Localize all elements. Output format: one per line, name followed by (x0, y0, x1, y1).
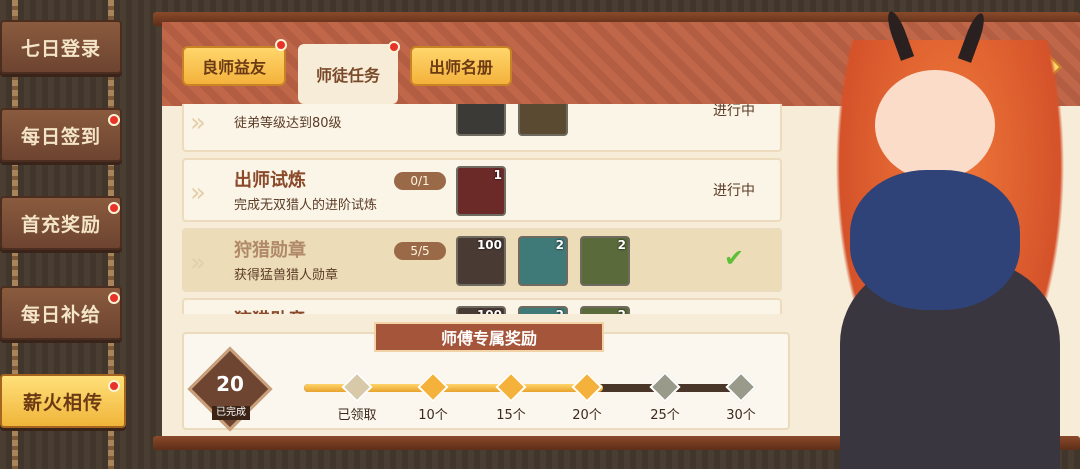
milestone-label: 10个 (418, 408, 448, 423)
side-menu-item-seven-day-login[interactable]: 七日登录 (0, 20, 122, 74)
blueprint-icon[interactable]: 2 (518, 236, 568, 286)
task-title: 出师试炼 (234, 170, 306, 191)
notification-dot (108, 380, 120, 392)
tab-label: 出师名册 (428, 58, 493, 77)
coin-icon[interactable] (456, 104, 506, 136)
tab-good-mentor[interactable]: 良师益友 (182, 46, 286, 86)
milestone-label: 20个 (572, 408, 602, 423)
task-row: » 出师试炼 完成无双猎人的进阶试炼 0/1 1 进行中 (182, 158, 782, 222)
task-title: 狩猎勋章 (234, 306, 306, 314)
reward-quantity: 1 (493, 168, 502, 182)
tab-label: 良师益友 (201, 58, 266, 77)
task-description: 徒弟等级达到80级 (234, 116, 342, 131)
pet-orb-icon[interactable]: 1 (456, 166, 506, 216)
task-description: 获得猛兽猎人勋章 (234, 268, 339, 283)
side-menu-label: 七日登录 (20, 37, 101, 60)
completed-count: 20 (216, 372, 244, 396)
side-menu-label: 首充奖励 (20, 213, 101, 236)
side-menu-item-daily-supply[interactable]: 每日补给 (0, 286, 122, 340)
cash-icon[interactable]: 2 (580, 306, 630, 314)
character-illustration (780, 0, 1080, 469)
task-progress-badge: 0/1 (394, 172, 446, 190)
side-menu-item-mentorship[interactable]: 薪火相传 (0, 374, 126, 428)
blueprint-icon[interactable]: 2 (518, 306, 568, 314)
task-status: 进行中 (713, 104, 755, 119)
task-row: » 狩猎勋章 获得猛兽猎人勋章 5/5 100 2 2 ✔ (182, 228, 782, 292)
task-list[interactable]: » 徒弟等级达到80级 进行中 » 出师试炼 完成无双猎人的进阶试炼 0/1 1… (182, 104, 786, 314)
fire-crystal-icon[interactable]: 100 (456, 306, 506, 314)
notification-dot (108, 114, 120, 126)
reward-quantity: 2 (555, 238, 564, 252)
side-menu-label: 每日补给 (20, 303, 101, 326)
reward-quantity: 2 (617, 238, 626, 252)
task-status: 进行中 (713, 183, 755, 199)
milestone-label: 已领取 (337, 408, 377, 423)
chevron-right-icon: » (190, 108, 206, 138)
tab-label: 师徒任务 (315, 66, 380, 85)
reward-quantity: 100 (476, 238, 502, 252)
milestone-label: 25个 (650, 408, 680, 423)
notification-dot (108, 202, 120, 214)
task-row: » 徒弟等级达到80级 进行中 (182, 104, 782, 152)
reward-quantity: 2 (618, 308, 626, 314)
character-face (875, 70, 995, 180)
side-menu-item-daily-checkin[interactable]: 每日签到 (0, 108, 122, 162)
completed-label: 已完成 (212, 406, 250, 420)
milestone-label: 15个 (496, 408, 526, 423)
reward-section-title: 师傅专属奖励 (374, 322, 604, 352)
reward-quantity: 100 (477, 308, 502, 314)
milestone-label: 30个 (726, 408, 756, 423)
chevron-right-icon: » (190, 248, 206, 278)
chevron-right-icon: » (190, 178, 206, 208)
checkmark-icon: ✔ (723, 244, 745, 272)
dragon-plush (850, 170, 1020, 310)
reward-quantity: 2 (556, 308, 564, 314)
notification-dot (275, 39, 287, 51)
side-menu-label: 每日签到 (20, 125, 101, 148)
tab-graduation-roster[interactable]: 出师名册 (410, 46, 512, 86)
notification-dot (108, 292, 120, 304)
task-row: » 狩猎勋章 100 2 2 (182, 298, 782, 314)
fire-crystal-icon[interactable]: 100 (456, 236, 506, 286)
side-menu-label: 薪火相传 (22, 391, 103, 414)
notification-dot (388, 41, 400, 53)
task-description: 完成无双猎人的进阶试炼 (234, 198, 378, 213)
tab-mentorship-tasks[interactable]: 师徒任务 (298, 44, 398, 104)
scroll-icon[interactable] (518, 104, 568, 136)
task-progress-badge: 5/5 (394, 242, 446, 260)
side-menu: 七日登录 每日签到 首充奖励 每日补给 薪火相传 (0, 0, 140, 469)
task-title: 狩猎勋章 (234, 240, 306, 261)
cash-icon[interactable]: 2 (580, 236, 630, 286)
side-menu-item-first-recharge[interactable]: 首充奖励 (0, 196, 122, 250)
